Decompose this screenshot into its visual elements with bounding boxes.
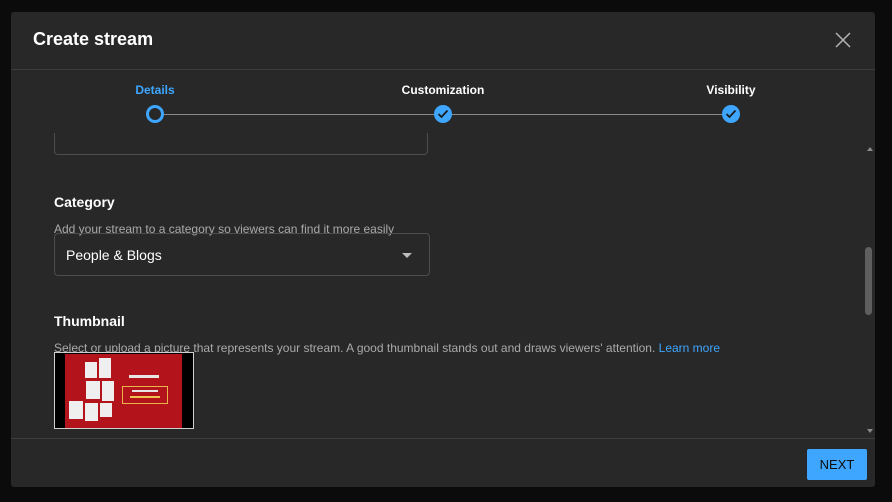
category-selected-value: People & Blogs: [66, 247, 162, 263]
thumbnail-caption-line: [130, 396, 160, 398]
thumbnail-pin-card: [102, 381, 114, 401]
step-label-details[interactable]: Details: [135, 83, 174, 97]
thumbnail-image[interactable]: [54, 352, 194, 429]
thumbnail-caption-box: [122, 386, 168, 404]
stepper: Details Customization Visibility: [11, 70, 875, 132]
thumbnail-pin-card: [100, 403, 112, 417]
thumbnail-pin-card: [85, 362, 97, 378]
dialog-title: Create stream: [33, 29, 154, 49]
step-dot-details[interactable]: [146, 105, 164, 123]
caret-down-icon: [402, 253, 412, 258]
content-scrollbar[interactable]: [863, 133, 875, 438]
thumbnail-pin-card: [99, 358, 111, 378]
learn-more-link[interactable]: Learn more: [659, 341, 720, 355]
thumbnail-caption-line: [132, 390, 158, 392]
next-button[interactable]: NEXT: [807, 449, 867, 480]
check-icon: [725, 109, 737, 119]
step-dot-customization[interactable]: [434, 105, 452, 123]
close-button[interactable]: [831, 28, 855, 52]
create-stream-dialog: Create stream Details Customization Visi…: [11, 12, 875, 487]
dialog-footer: NEXT: [11, 438, 875, 487]
scroll-down-icon[interactable]: [867, 429, 873, 433]
thumbnail-pin-card: [85, 403, 98, 421]
check-icon: [437, 109, 449, 119]
scroll-up-icon[interactable]: [867, 147, 873, 151]
thumbnail-pin-card: [86, 381, 100, 399]
step-dot-visibility[interactable]: [722, 105, 740, 123]
thumbnail-headline-mark: [129, 375, 159, 378]
dialog-header: Create stream: [11, 12, 875, 70]
scrollable-content[interactable]: Category Add your stream to a category s…: [11, 133, 875, 438]
category-title: Category: [54, 194, 115, 210]
thumbnail-title: Thumbnail: [54, 313, 125, 329]
close-icon: [835, 32, 851, 48]
step-label-customization[interactable]: Customization: [402, 83, 485, 97]
thumbnail-pin-card: [69, 401, 83, 419]
category-select[interactable]: People & Blogs: [54, 233, 430, 276]
step-label-visibility[interactable]: Visibility: [706, 83, 755, 97]
previous-text-field[interactable]: [54, 133, 428, 155]
scrollbar-thumb[interactable]: [865, 247, 872, 315]
